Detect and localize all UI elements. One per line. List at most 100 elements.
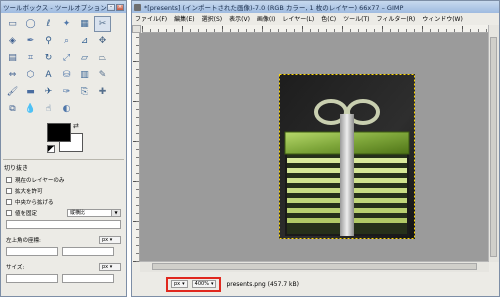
dodge-burn-icon[interactable]: ◐ [58, 101, 75, 117]
menu-item[interactable]: 表示(V) [229, 14, 250, 23]
vertical-scrollbar[interactable] [488, 25, 499, 262]
chevron-down-icon: ▼ [111, 209, 120, 216]
checkbox[interactable] [6, 176, 12, 183]
blur-icon[interactable]: 💧 [22, 101, 39, 117]
bow-knot [340, 114, 354, 132]
toolbox-titlebar[interactable]: ツールボックス - ツールオプション – × [1, 1, 126, 13]
position-unit-select[interactable]: px ▾ [99, 236, 121, 244]
fuzzy-select-icon[interactable]: ✦ [58, 16, 75, 32]
menu-item[interactable]: フィルター(R) [376, 14, 415, 23]
zoom-select[interactable]: 400% ▾ [191, 280, 217, 288]
fixed-value-input[interactable] [6, 220, 121, 229]
perspective-clone-icon[interactable]: ⧉ [4, 101, 21, 117]
paths-icon[interactable]: ✒ [22, 33, 39, 49]
measure-icon[interactable]: ⊿ [76, 33, 93, 49]
menu-item[interactable]: ウィンドウ(W) [422, 14, 463, 23]
option-fixed[interactable]: 値を固定 縦横比 ▼ [1, 207, 126, 218]
zoom-value: 400% [194, 281, 209, 287]
text-icon[interactable]: A [40, 67, 57, 83]
swap-colors-icon[interactable]: ⇄ [73, 122, 79, 130]
position-x-input[interactable] [6, 247, 58, 256]
select-by-color-icon[interactable]: ▦ [76, 16, 93, 32]
gift-image [279, 74, 415, 239]
cage-transform-icon[interactable]: ⬡ [22, 67, 39, 83]
size-unit-select[interactable]: px ▾ [99, 263, 121, 271]
toolbox-title: ツールボックス - ツールオプション [3, 4, 107, 12]
menu-item[interactable]: ツール(T) [343, 14, 369, 23]
ruler-corner[interactable] [132, 25, 141, 33]
option-allow-growing[interactable]: 拡大を許可 [1, 185, 126, 196]
eraser-icon[interactable]: ▬ [22, 84, 39, 100]
tool-grid: ▭ ◯ ℓ ✦ ▦ ✂ ◈ ✒ ⚲ ⌕ ⊿ ✥ ▤ ⌗ ↻ ⤢ ▱ ⏢ ⇔ ⬡ A ⛁ ▥ ✎ 🖌 ▬ ✈ ✑ ⎘ ✚ ⧉ 💧 ☝ ◐ [1, 13, 126, 117]
shear-icon[interactable]: ▱ [76, 50, 93, 66]
vertical-scroll-thumb[interactable] [490, 37, 497, 257]
option-label: 中央から拡げる [15, 199, 54, 206]
size-label: サイズ: [6, 265, 25, 271]
option-expand-from-center[interactable]: 中央から拡げる [1, 196, 126, 207]
gimp-app-icon [134, 3, 141, 11]
menu-item[interactable]: レイヤー(L) [282, 14, 314, 23]
smudge-icon[interactable]: ☝ [40, 101, 57, 117]
scissors-icon[interactable]: ✂ [94, 16, 111, 32]
desktop: ツールボックス - ツールオプション – × ▭ ◯ ℓ ✦ ▦ ✂ ◈ ✒ ⚲ ⌕ ⊿ ✥ ▤ ⌗ ↻ ⤢ ▱… [0, 0, 500, 297]
zoom-icon[interactable]: ⌕ [58, 33, 75, 49]
heal-icon[interactable]: ✚ [94, 84, 111, 100]
gift-ribbon [340, 132, 354, 236]
position-y-input[interactable] [62, 247, 114, 256]
flip-icon[interactable]: ⇔ [4, 67, 21, 83]
horizontal-scroll-thumb[interactable] [152, 263, 477, 270]
clone-icon[interactable]: ⎘ [76, 84, 93, 100]
option-label: 現在のレイヤーのみ [15, 177, 65, 184]
size-fields [1, 272, 126, 283]
fixed-mode-select[interactable]: 縦横比 ▼ [67, 208, 121, 217]
unit-value: px [174, 281, 181, 287]
airbrush-icon[interactable]: ✈ [40, 84, 57, 100]
menu-bar: ファイル(F) 編集(E) 選択(S) 表示(V) 画像(I) レイヤー(L) 色(C) ツー… [132, 13, 499, 24]
minimize-icon[interactable]: – [107, 3, 115, 11]
align-icon[interactable]: ▤ [4, 50, 21, 66]
move-icon[interactable]: ✥ [94, 33, 111, 49]
perspective-icon[interactable]: ⏢ [94, 50, 111, 66]
free-select-icon[interactable]: ℓ [40, 16, 57, 32]
option-label: 拡大を許可 [15, 188, 43, 195]
menu-item[interactable]: 編集(E) [174, 14, 194, 23]
unit-value: px [102, 237, 109, 243]
menu-item[interactable]: ファイル(F) [135, 14, 167, 23]
menu-item[interactable]: 色(C) [321, 14, 336, 23]
ink-icon[interactable]: ✑ [58, 84, 75, 100]
scale-icon[interactable]: ⤢ [58, 50, 75, 66]
size-width-input[interactable] [6, 274, 58, 283]
reset-colors-icon[interactable] [47, 145, 55, 153]
canvas-area[interactable] [140, 33, 489, 262]
image-window-titlebar[interactable]: *[presents] (インポートされた画像)-7.0 (RGB カラー, 1… [132, 1, 499, 13]
checkbox[interactable] [6, 198, 12, 205]
option-current-layer-only[interactable]: 現在のレイヤーのみ [1, 174, 126, 185]
image-window: *[presents] (インポートされた画像)-7.0 (RGB カラー, 1… [131, 0, 500, 297]
horizontal-scrollbar[interactable] [140, 261, 489, 272]
checkbox[interactable] [6, 209, 12, 216]
highlighted-zoom-controls: px ▾ 400% ▾ [166, 276, 222, 292]
foreground-select-icon[interactable]: ◈ [4, 33, 21, 49]
unit-select[interactable]: px ▾ [171, 280, 188, 288]
status-bar: px ▾ 400% ▾ presents.png (457.7 kB) [132, 272, 499, 296]
color-area: ⇄ [1, 117, 126, 159]
crop-icon[interactable]: ⌗ [22, 50, 39, 66]
menu-item[interactable]: 選択(S) [202, 14, 223, 23]
blend-icon[interactable]: ▥ [76, 67, 93, 83]
foreground-color-swatch[interactable] [47, 123, 71, 142]
color-picker-icon[interactable]: ⚲ [40, 33, 57, 49]
checkbox[interactable] [6, 187, 12, 194]
menu-item[interactable]: 画像(I) [257, 14, 275, 23]
rect-select-icon[interactable]: ▭ [4, 16, 21, 32]
position-fields [1, 245, 126, 256]
bucket-fill-icon[interactable]: ⛁ [58, 67, 75, 83]
pencil-icon[interactable]: ✎ [94, 67, 111, 83]
size-row: サイズ: px ▾ [1, 256, 126, 272]
horizontal-ruler[interactable] [142, 25, 489, 33]
size-height-input[interactable] [62, 274, 114, 283]
paintbrush-icon[interactable]: 🖌 [4, 84, 21, 100]
vertical-ruler[interactable] [132, 33, 140, 262]
rotate-icon[interactable]: ↻ [40, 50, 57, 66]
ellipse-select-icon[interactable]: ◯ [22, 16, 39, 32]
close-icon[interactable]: × [116, 3, 124, 11]
